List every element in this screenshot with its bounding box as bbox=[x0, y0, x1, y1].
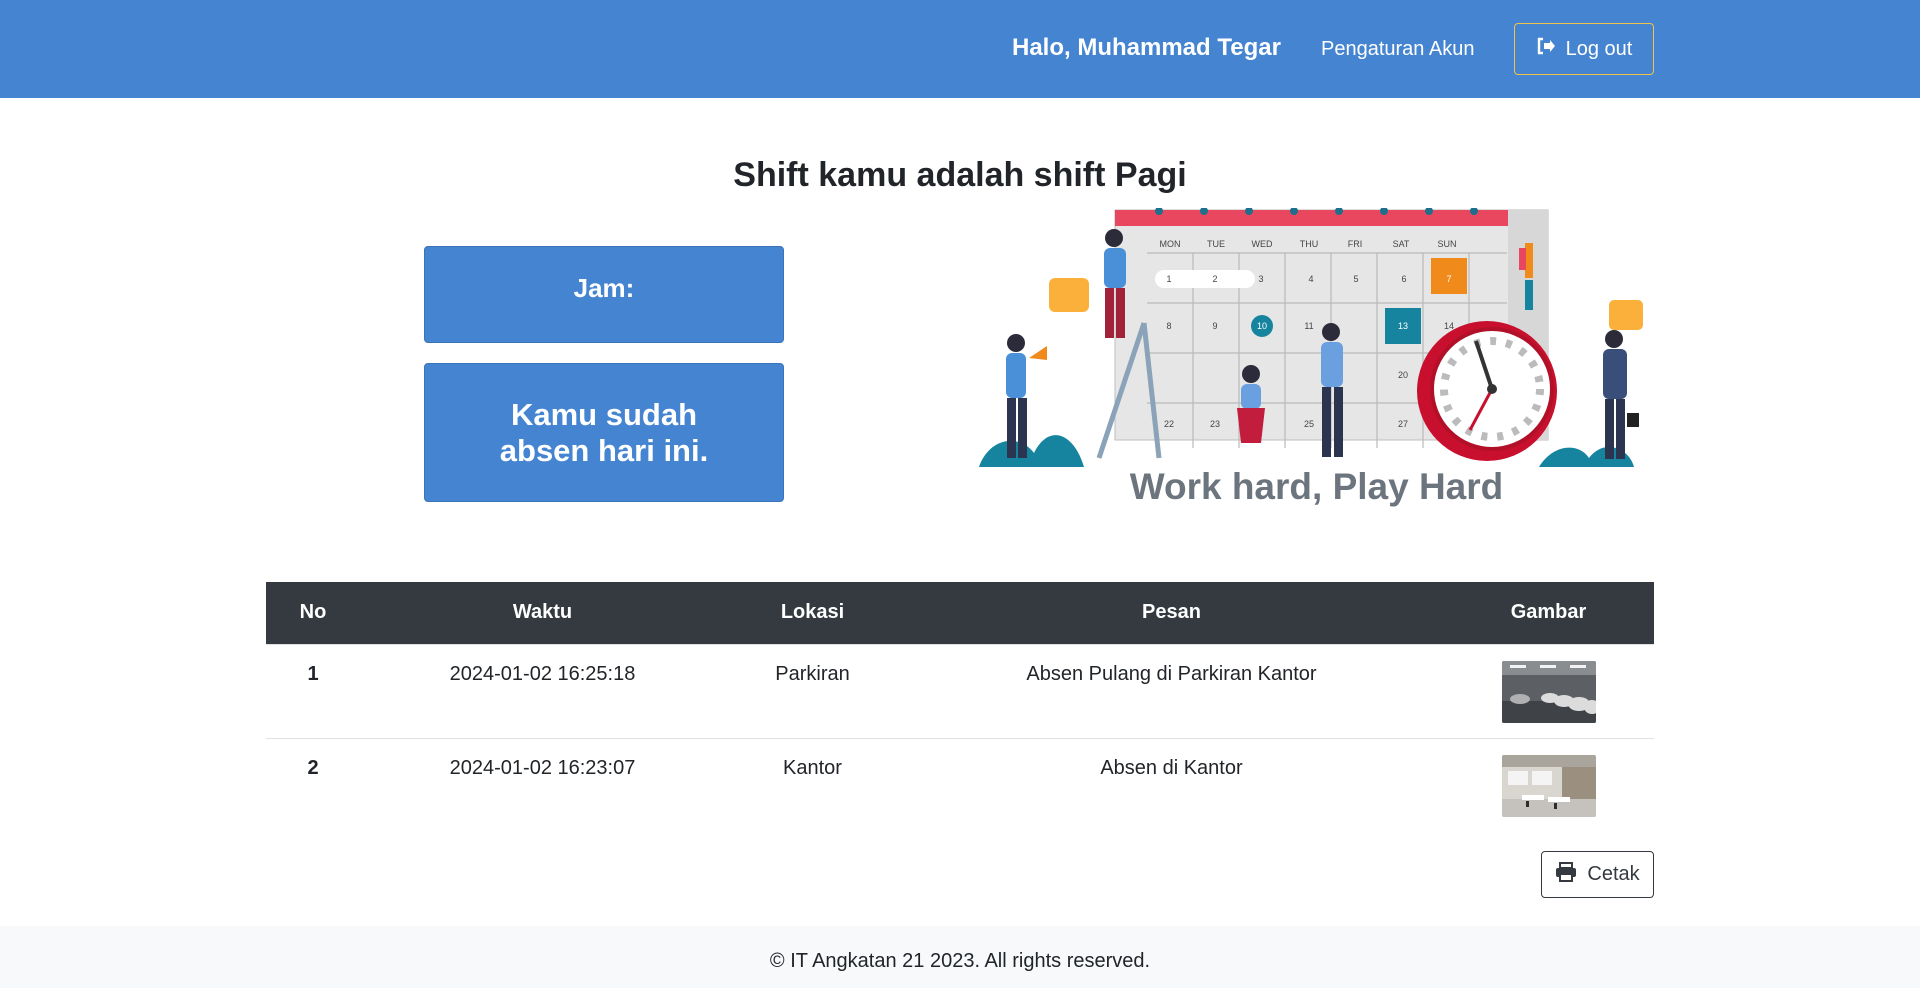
svg-text:23: 23 bbox=[1210, 419, 1220, 429]
cell-gambar bbox=[1443, 643, 1654, 738]
col-pesan: Pesan bbox=[900, 582, 1443, 644]
svg-text:5: 5 bbox=[1353, 274, 1358, 284]
office-photo-thumbnail[interactable] bbox=[1501, 754, 1596, 817]
cell-waktu: 2024-01-02 16:23:07 bbox=[360, 737, 725, 832]
svg-text:10: 10 bbox=[1257, 321, 1267, 331]
svg-text:27: 27 bbox=[1398, 419, 1408, 429]
svg-text:11: 11 bbox=[1304, 321, 1313, 331]
svg-text:14: 14 bbox=[1444, 321, 1454, 331]
svg-text:13: 13 bbox=[1398, 321, 1408, 331]
svg-text:7: 7 bbox=[1446, 274, 1451, 284]
cell-pesan: Absen Pulang di Parkiran Kantor bbox=[900, 643, 1443, 738]
navbar: Halo, Muhammad Tegar Pengaturan Akun Log… bbox=[0, 0, 1920, 98]
svg-text:3: 3 bbox=[1258, 274, 1263, 284]
col-gambar: Gambar bbox=[1443, 582, 1654, 644]
footer-text: © IT Angkatan 21 2023. All rights reserv… bbox=[769, 950, 1151, 972]
greeting-text: Halo, Muhammad Tegar bbox=[1012, 34, 1281, 61]
cal-day-3: THU bbox=[1300, 239, 1319, 249]
svg-text:8: 8 bbox=[1166, 321, 1171, 331]
svg-text:4: 4 bbox=[1308, 274, 1313, 284]
cal-day-2: WED bbox=[1252, 239, 1273, 249]
cell-no: 2 bbox=[266, 737, 360, 832]
cell-pesan: Absen di Kantor bbox=[900, 737, 1443, 832]
print-label: Cetak bbox=[1587, 863, 1640, 885]
svg-text:2: 2 bbox=[1212, 274, 1217, 284]
attendance-status-box: Kamu sudah absen hari ini. bbox=[424, 363, 784, 502]
attendance-table: No Waktu Lokasi Pesan Gambar 1 2024-01-0… bbox=[266, 582, 1654, 832]
table-row: 2 2024-01-02 16:23:07 Kantor Absen di Ka… bbox=[266, 737, 1654, 832]
cell-lokasi: Parkiran bbox=[725, 643, 900, 738]
account-settings-link[interactable]: Pengaturan Akun bbox=[1321, 38, 1474, 61]
logout-button[interactable]: Log out bbox=[1514, 23, 1654, 75]
svg-text:20: 20 bbox=[1398, 370, 1408, 380]
cal-day-0: MON bbox=[1160, 239, 1181, 249]
clock-box: Jam: bbox=[424, 246, 784, 343]
cal-day-5: SAT bbox=[1393, 239, 1410, 249]
svg-text:25: 25 bbox=[1304, 419, 1314, 429]
cal-day-1: TUE bbox=[1207, 239, 1225, 249]
footer: © IT Angkatan 21 2023. All rights reserv… bbox=[0, 926, 1920, 988]
printer-icon bbox=[1555, 861, 1577, 888]
cal-day-6: SUN bbox=[1437, 239, 1456, 249]
svg-text:22: 22 bbox=[1164, 419, 1174, 429]
col-waktu: Waktu bbox=[360, 582, 725, 644]
col-no: No bbox=[266, 582, 360, 644]
cell-lokasi: Kantor bbox=[725, 737, 900, 832]
table-row: 1 2024-01-02 16:25:18 Parkiran Absen Pul… bbox=[266, 643, 1654, 738]
sign-out-icon bbox=[1536, 37, 1556, 61]
clock-label: Jam: bbox=[573, 273, 635, 303]
col-lokasi: Lokasi bbox=[725, 582, 900, 644]
svg-text:6: 6 bbox=[1401, 274, 1406, 284]
cell-gambar bbox=[1443, 737, 1654, 832]
cell-no: 1 bbox=[266, 643, 360, 738]
table-header: No Waktu Lokasi Pesan Gambar bbox=[266, 582, 1654, 644]
parking-photo-thumbnail[interactable] bbox=[1501, 660, 1596, 723]
svg-text:1: 1 bbox=[1166, 274, 1171, 284]
tagline: Work hard, Play Hard bbox=[1129, 466, 1504, 507]
print-button[interactable]: Cetak bbox=[1541, 851, 1654, 898]
svg-text:9: 9 bbox=[1212, 321, 1217, 331]
cell-waktu: 2024-01-02 16:25:18 bbox=[360, 643, 725, 738]
attendance-status-text: Kamu sudah absen hari ini. bbox=[499, 396, 709, 468]
cal-day-4: FRI bbox=[1348, 239, 1363, 249]
logout-label: Log out bbox=[1565, 37, 1633, 60]
calendar-team-illustration: MON TUE WED THU FRI SAT SUN 1 2 3 4 5 6 … bbox=[979, 208, 1643, 467]
shift-title: Shift kamu adalah shift Pagi bbox=[733, 156, 1187, 194]
